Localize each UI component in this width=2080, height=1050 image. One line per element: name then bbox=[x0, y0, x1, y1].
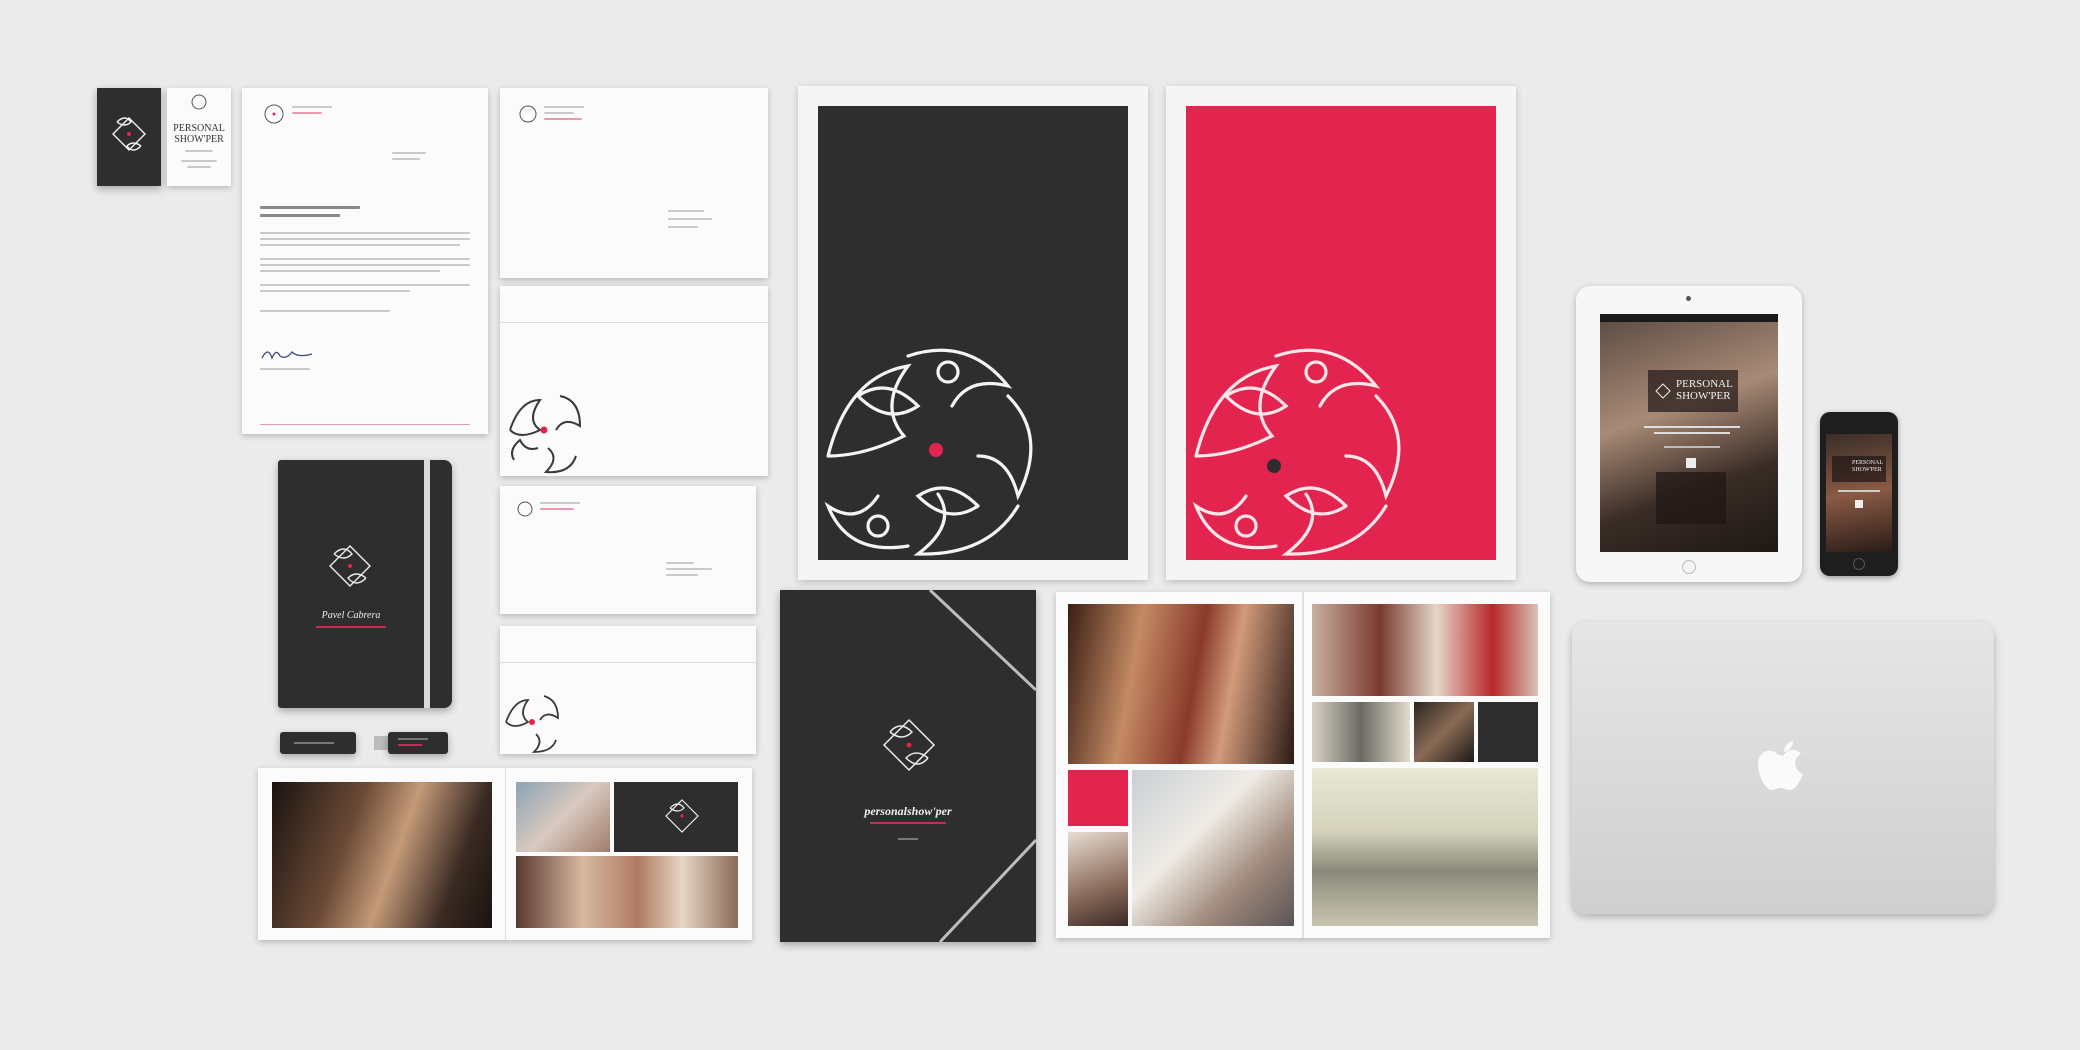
envelope-back bbox=[500, 286, 768, 476]
envelope-small-back bbox=[500, 626, 756, 754]
apple-logo-icon bbox=[1758, 741, 1803, 790]
photo-women-cafe bbox=[1312, 702, 1410, 762]
monogram-icon bbox=[329, 545, 371, 587]
tablet-hero-panel: PERSONAL SHOW'PER bbox=[1648, 370, 1738, 412]
monogram-icon bbox=[264, 104, 284, 124]
presentation-folder: personalshow'per bbox=[780, 590, 1036, 942]
laptop-lid bbox=[1572, 622, 1994, 914]
monogram-icon bbox=[509, 395, 582, 474]
monogram-icon bbox=[505, 695, 559, 753]
monogram-icon bbox=[112, 117, 146, 151]
monogram-icon bbox=[882, 718, 936, 772]
phone-brand-line1: PERSONAL bbox=[1852, 460, 1884, 466]
magazine-spread bbox=[1056, 592, 1550, 938]
photo-fashion-model bbox=[1068, 604, 1294, 764]
photo-woman-laptop bbox=[1132, 770, 1294, 926]
poster-dark bbox=[818, 106, 1128, 560]
photo-woman-reading bbox=[1312, 768, 1538, 926]
monogram-icon bbox=[665, 799, 699, 833]
photo-woman-phone bbox=[1068, 832, 1128, 926]
usb-drive bbox=[280, 732, 356, 754]
phone-device: PERSONAL SHOW'PER bbox=[1820, 412, 1898, 576]
poster-red-frame bbox=[1166, 86, 1516, 580]
poster-dark-frame bbox=[798, 86, 1148, 580]
photo-friends-shopping bbox=[516, 856, 738, 928]
envelope-front bbox=[500, 88, 768, 278]
tablet-brand-line2: SHOW'PER bbox=[1676, 390, 1731, 402]
monogram-icon bbox=[517, 501, 533, 517]
dark-square bbox=[1478, 702, 1538, 762]
monogram-icon bbox=[1192, 348, 1401, 556]
usb-drive-open bbox=[374, 732, 448, 754]
brochure-logo-panel bbox=[614, 782, 738, 852]
notebook: Pavel Cabrera bbox=[278, 460, 452, 708]
tablet-brand-line1: PERSONAL bbox=[1676, 378, 1733, 390]
accent-square bbox=[1068, 770, 1128, 826]
photo-woman-portrait bbox=[272, 782, 492, 928]
phone-screen[interactable]: PERSONAL SHOW'PER bbox=[1826, 434, 1892, 552]
phone-brand-line2: SHOW'PER bbox=[1852, 467, 1882, 473]
tablet-home-button[interactable] bbox=[1682, 560, 1696, 574]
monogram-icon bbox=[191, 94, 207, 110]
business-card-back bbox=[97, 88, 161, 186]
letterhead bbox=[242, 88, 488, 434]
photo-woman-dark bbox=[1414, 702, 1474, 762]
photo-friends-laughing bbox=[1312, 604, 1538, 696]
signature-icon bbox=[261, 351, 313, 360]
landscape-brochure bbox=[258, 768, 752, 940]
envelope-small-front bbox=[500, 486, 756, 614]
notebook-holder-name: Pavel Cabrera bbox=[321, 610, 381, 621]
photo-laptop bbox=[516, 782, 610, 852]
brand-name-line2: SHOW'PER bbox=[174, 134, 224, 145]
monogram-icon bbox=[1655, 383, 1671, 399]
card-brand-name: PERSONAL SHOW'PER bbox=[167, 123, 231, 145]
brand-name-line1: PERSONAL bbox=[173, 123, 225, 134]
folder-wordmark: personalshow'per bbox=[864, 804, 952, 818]
tablet-screen[interactable]: PERSONAL SHOW'PER bbox=[1600, 314, 1778, 552]
poster-red bbox=[1186, 106, 1496, 560]
monogram-icon bbox=[519, 105, 537, 123]
tablet-device: PERSONAL SHOW'PER bbox=[1576, 286, 1802, 582]
monogram-icon bbox=[824, 348, 1033, 556]
phone-home-button[interactable] bbox=[1853, 558, 1865, 570]
tablet-cta-button[interactable] bbox=[1686, 458, 1696, 468]
business-card-front: PERSONAL SHOW'PER bbox=[167, 88, 231, 186]
